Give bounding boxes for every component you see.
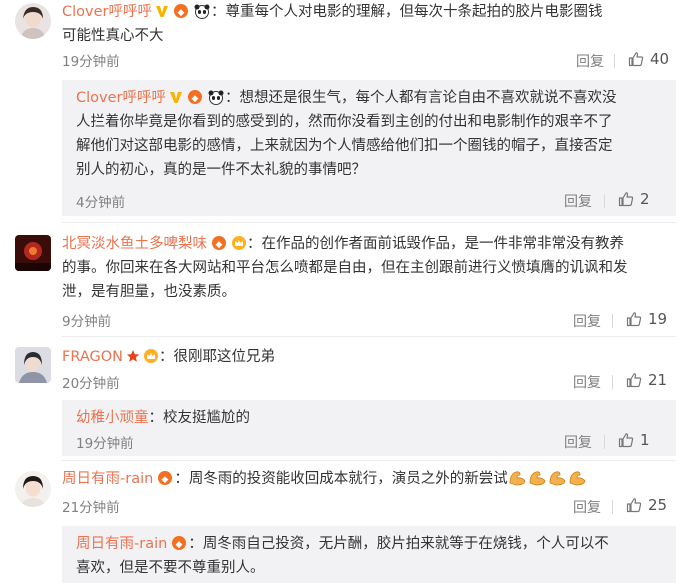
avatar[interactable] <box>15 471 51 507</box>
svg-text:◆: ◆ <box>162 475 169 485</box>
comment-content: 周日有雨-rain ◆ ：周冬雨自己投资，无片酬，胶片拍来就等于在烧钱，个人可以不喜… <box>76 535 609 576</box>
reply-button[interactable]: 回复 <box>564 191 592 211</box>
comment-text: 周冬雨自己投资，无片酬，胶片拍来就等于在烧钱，个人可以不 <box>202 536 609 552</box>
separator <box>604 435 605 449</box>
reply-button[interactable]: 回复 <box>576 51 604 71</box>
comment-content: FRAGON ：很刚耶这位兄弟 <box>62 348 276 365</box>
comment-text: 校友挺尴尬的 <box>163 410 250 426</box>
username-link[interactable]: Clover呼呼呼 <box>62 4 152 20</box>
comment-text: 人拦着你毕竟是你看到的感受到的，然而你没看到主创的付出和电影制作的艰辛不了 <box>76 114 613 130</box>
comment-text: 可能性真心不大 <box>62 28 164 44</box>
comment-text: 泄，是有胆量，也没素质。 <box>62 284 236 300</box>
crown-icon <box>231 235 247 251</box>
thumb-up-icon <box>618 433 634 448</box>
comment-text: 很刚耶这位兄弟 <box>173 349 276 365</box>
separator <box>614 54 615 68</box>
comment-time: 20分钟前 <box>62 376 120 392</box>
like-count: 19 <box>648 310 668 328</box>
comment-text: 想想还是很生气，每个人都有言论自由不喜欢就说不喜欢没 <box>239 90 617 106</box>
divider <box>62 460 676 461</box>
comment-content: Clover呼呼呼 ◆ ：尊重每个人对电影的理解，但每次十条起拍的胶片电影圈钱 可能性… <box>62 3 603 44</box>
comment-text: 的事。你回来在各大网站和平台怎么喷都是自由，但在主创跟前进行义愤填膺的讥讽和发 <box>62 260 628 276</box>
svg-text:◆: ◆ <box>176 540 183 550</box>
username-link[interactable]: 周日有雨-rain <box>76 536 167 552</box>
svg-text:◆: ◆ <box>216 240 223 250</box>
like-button[interactable]: 1 <box>618 431 650 449</box>
yellow-v-icon <box>155 3 169 19</box>
divider <box>62 222 676 223</box>
member-badge-icon: ◆ <box>210 235 228 251</box>
separator <box>612 314 613 328</box>
svg-text:◆: ◆ <box>178 8 185 18</box>
thumb-up-icon <box>626 373 642 388</box>
comment-content: 周日有雨-rain ◆ ：周冬雨的投资能收回成本就行，演员之外的新尝试 <box>62 467 662 494</box>
like-button[interactable]: 2 <box>618 190 650 208</box>
comment-content: 幼稚小顽童：校友挺尴尬的 <box>76 410 250 426</box>
comment-content: Clover呼呼呼 ◆ ：想想还是很生气，每个人都有言论自由不喜欢就说不喜欢没 人拦着… <box>76 89 617 178</box>
username-link[interactable]: FRAGON <box>62 349 123 365</box>
comment-content: 北冥淡水鱼土多啤梨味 ◆ ：在作品的创作者面前诋毁作品，是一件非常非常没有教养 的事。… <box>62 235 628 300</box>
thumb-up-icon <box>618 192 634 207</box>
avatar[interactable] <box>15 235 51 271</box>
svg-text:◆: ◆ <box>192 94 199 104</box>
crown-icon <box>143 348 159 364</box>
star-icon <box>126 348 140 364</box>
comment-time: 19分钟前 <box>62 54 120 70</box>
comment-text: 解他们对这部电影的感情，上来就因为个人情感给他们扣一个圈钱的帽子，直接否定 <box>76 138 613 154</box>
comment-time: 21分钟前 <box>62 500 120 516</box>
yellow-v-icon <box>169 89 183 105</box>
avatar[interactable] <box>15 3 51 39</box>
like-count: 40 <box>650 50 670 68</box>
thumb-up-icon <box>626 498 642 513</box>
username-link[interactable]: 周日有雨-rain <box>62 471 153 487</box>
thumb-up-icon <box>626 312 642 327</box>
like-count: 2 <box>640 190 650 208</box>
divider <box>62 336 676 337</box>
sub-reply-box: 幼稚小顽童：校友挺尴尬的 19分钟前 回复 1 <box>62 400 676 456</box>
like-button[interactable]: 40 <box>628 50 669 68</box>
comment-time: 19分钟前 <box>76 436 134 452</box>
sub-reply-box: 周日有雨-rain ◆ ：周冬雨自己投资，无片酬，胶片拍来就等于在烧钱，个人可以不喜… <box>62 526 676 583</box>
username-link[interactable]: Clover呼呼呼 <box>76 90 166 106</box>
username-link[interactable]: 幼稚小顽童 <box>76 410 149 426</box>
member-badge-icon: ◆ <box>172 3 190 19</box>
comment-time: 4分钟前 <box>76 195 126 211</box>
flexed-bicep-emoji <box>508 468 588 494</box>
like-button[interactable]: 21 <box>626 371 667 389</box>
thumb-up-icon <box>628 52 644 67</box>
comment-text: 别人的初心，真的是一件不太礼貌的事情吧？ <box>76 162 366 178</box>
reply-button[interactable]: 回复 <box>573 311 601 331</box>
separator <box>604 194 605 208</box>
member-badge-icon: ◆ <box>156 470 174 486</box>
reply-button[interactable]: 回复 <box>564 432 592 452</box>
like-count: 1 <box>640 431 650 449</box>
avatar[interactable] <box>15 347 51 383</box>
like-button[interactable]: 25 <box>626 496 667 514</box>
comment-text: 尊重每个人对电影的理解，但每次十条起拍的胶片电影圈钱 <box>225 4 603 20</box>
comment-text: 周冬雨的投资能收回成本就行，演员之外的新尝试 <box>188 471 508 487</box>
like-button[interactable]: 19 <box>626 310 667 328</box>
like-count: 25 <box>648 496 668 514</box>
panda-icon <box>193 3 211 19</box>
separator <box>612 500 613 514</box>
like-count: 21 <box>648 371 668 389</box>
comment-time: 9分钟前 <box>62 314 112 330</box>
reply-button[interactable]: 回复 <box>573 497 601 517</box>
separator <box>612 375 613 389</box>
member-badge-icon: ◆ <box>186 89 204 105</box>
panda-icon <box>207 89 225 105</box>
reply-button[interactable]: 回复 <box>573 372 601 392</box>
sub-reply-box: Clover呼呼呼 ◆ ：想想还是很生气，每个人都有言论自由不喜欢就说不喜欢没 人拦着… <box>62 80 676 216</box>
member-badge-icon: ◆ <box>170 535 188 551</box>
comment-text: 喜欢，但是不要不尊重别人。 <box>76 560 265 576</box>
username-link[interactable]: 北冥淡水鱼土多啤梨味 <box>62 236 207 252</box>
comment-text: 在作品的创作者面前诋毁作品，是一件非常非常没有教养 <box>261 236 625 252</box>
